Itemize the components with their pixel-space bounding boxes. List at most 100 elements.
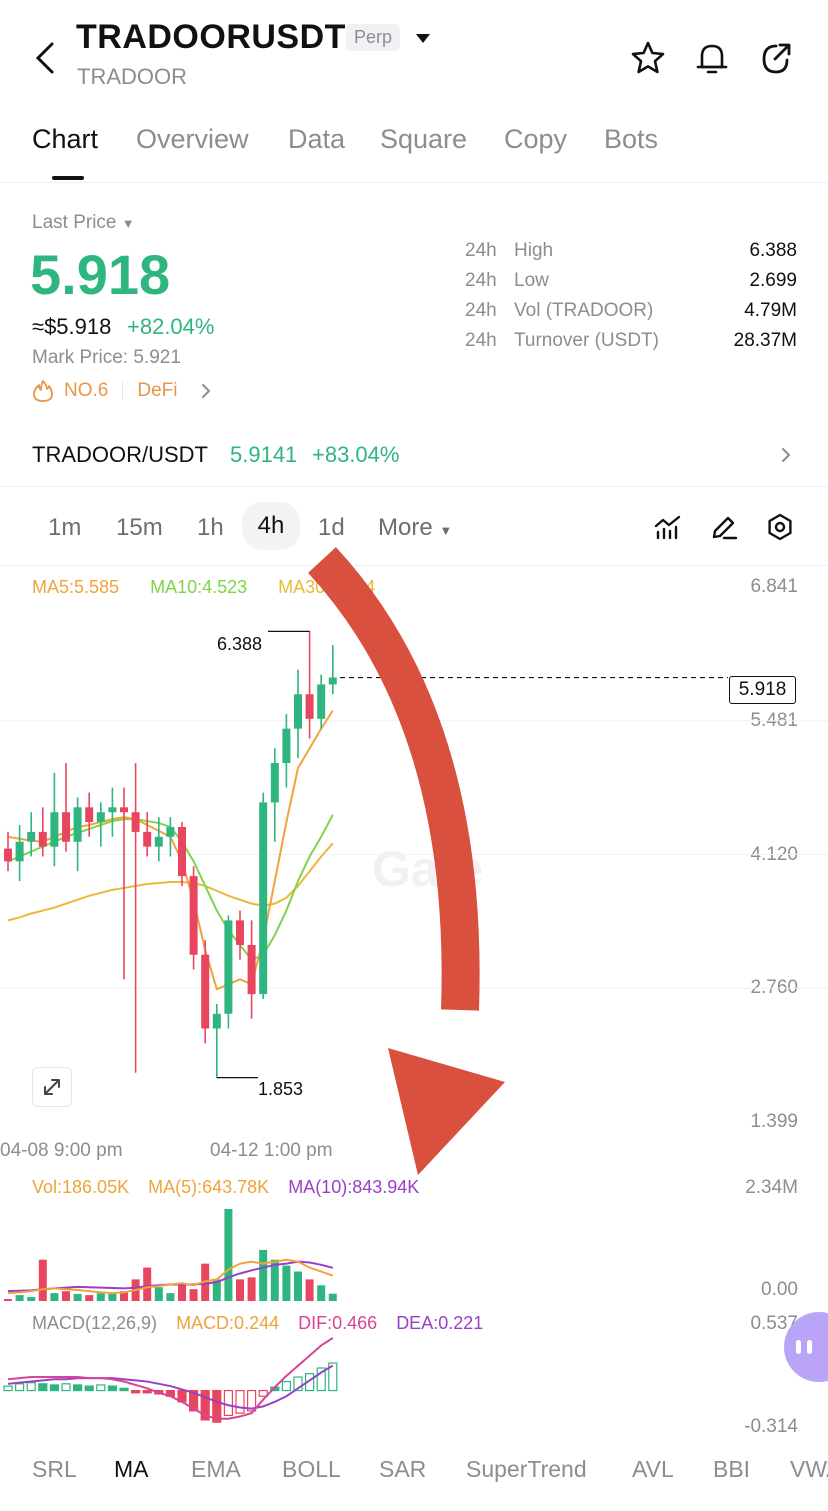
more-label: More [378,514,433,541]
favorite-button[interactable] [628,38,668,78]
timeframe-1d[interactable]: 1d [318,514,345,542]
hot-rank-tag[interactable]: NO.6 DeFi [32,378,217,404]
last-price: 5.918 [30,243,171,306]
tab-bots[interactable]: Bots [604,124,658,155]
candle-body [131,812,140,832]
time-axis-label: 04-08 9:00 pm [0,1140,123,1161]
price-change-pct: +82.04% [127,314,215,339]
caret-down-icon: ▼ [439,523,453,538]
perp-badge: Perp [346,24,401,51]
tab-data[interactable]: Data [288,124,345,155]
approx-usd-price: ≈$5.918 [32,314,112,339]
candle-body [120,807,128,813]
candle-body [189,876,198,955]
volume-bar [15,1295,24,1301]
stat-row-low: 24h Low 2.699 [465,270,797,300]
volume-bar [247,1277,256,1301]
timeframe-4h[interactable]: 4h [242,502,300,550]
timeframe-more[interactable]: More ▼ [378,514,452,542]
spot-divider [0,486,828,487]
page-title: TRADOORUSDT [76,18,346,56]
timeframe-15m[interactable]: 15m [116,514,163,542]
fullscreen-button[interactable] [32,1067,72,1107]
volume-bar [236,1279,244,1301]
assistant-bubble[interactable] [784,1312,828,1382]
bell-icon [696,44,728,74]
volume-bar [108,1293,117,1301]
macd-histogram-bar [84,1385,94,1392]
stat-value: 6.388 [749,240,797,261]
macd-histogram-bar [131,1389,141,1394]
category-label: DeFi [137,380,178,401]
candle-body [201,954,210,1029]
candle-body [305,694,314,719]
low-price-marker: 1.853 [258,1079,304,1099]
candle-body [96,812,105,823]
indicator-icon[interactable] [653,512,683,542]
time-axis-label: 04-12 1:00 pm [210,1140,333,1161]
back-button[interactable] [30,38,60,78]
stat-row-volume: 24h Vol (TRADOOR) 4.79M [465,300,797,330]
share-button[interactable] [756,38,796,78]
volume-bar [85,1295,94,1301]
contract-dropdown[interactable] [412,28,434,48]
candlestick-chart[interactable] [0,565,828,1165]
timeframe-1m[interactable]: 1m [48,514,81,542]
volume-bar [259,1249,268,1301]
stat-value: 4.79M [744,300,797,321]
macd-chart [3,1337,338,1423]
last-price-label: Last Price [32,212,117,233]
tabs-divider [0,182,828,183]
base-asset: TRADOOR [77,64,187,89]
candle-body [247,944,256,995]
indicator-tab-srl[interactable]: SRL [32,1456,77,1483]
candle-body [282,728,291,764]
volume-bar [189,1289,198,1301]
stat-period: 24h [465,300,497,321]
macd-histogram-bar [96,1384,106,1392]
main-tabs: Chart Overview Data Square Copy Bots [32,124,812,164]
timeframe-1h[interactable]: 1h [197,514,224,542]
indicator-tab-sar[interactable]: SAR [379,1456,426,1483]
tab-chart[interactable]: Chart [32,124,98,155]
volume-bar [328,1293,337,1301]
indicator-tab-bbi[interactable]: BBI [713,1456,750,1483]
candle-body [317,684,326,719]
spot-pair-row[interactable]: TRADOOR/USDT 5.9141 +83.04% [0,428,828,484]
candle-body [15,841,24,862]
chevron-left-icon [35,42,54,74]
caret-down-icon [416,34,430,43]
candle-body [38,831,47,847]
macd-histogram-bar [142,1389,152,1394]
share-icon [762,43,791,74]
stat-period: 24h [465,330,497,351]
volume-bar [154,1287,163,1301]
tab-square[interactable]: Square [380,124,467,155]
macd-histogram-bar [38,1383,48,1392]
tab-copy[interactable]: Copy [504,124,567,155]
last-price-selector[interactable]: Last Price ▼ [32,212,135,234]
volume-bar [178,1283,186,1301]
candle-body [224,920,233,1014]
volume-bar [282,1265,291,1301]
caret-down-icon: ▼ [121,216,135,231]
candle-body [143,831,152,847]
alert-button[interactable] [692,38,732,78]
pencil-icon[interactable] [709,512,739,542]
indicator-tab-supertrend[interactable]: SuperTrend [466,1456,587,1483]
stat-value: 2.699 [749,270,797,291]
indicator-tab-ema[interactable]: EMA [191,1456,241,1483]
indicator-tab-ma[interactable]: MA [114,1456,149,1483]
indicator-tab-boll[interactable]: BOLL [282,1456,341,1483]
stat-period: 24h [465,240,497,261]
stat-row-high: 24h High 6.388 [465,240,797,270]
volume-bar [305,1279,314,1301]
settings-icon[interactable] [765,512,795,542]
indicator-tab-vwap[interactable]: VWAP [790,1456,828,1483]
stat-label: High [514,240,554,261]
tab-overview[interactable]: Overview [136,124,249,155]
stats-24h: 24h High 6.388 24h Low 2.699 24h Vol (TR… [465,240,797,360]
indicator-tab-avl[interactable]: AVL [632,1456,674,1483]
stat-row-turnover: 24h Turnover (USDT) 28.37M [465,330,797,360]
volume-bar [73,1293,82,1301]
